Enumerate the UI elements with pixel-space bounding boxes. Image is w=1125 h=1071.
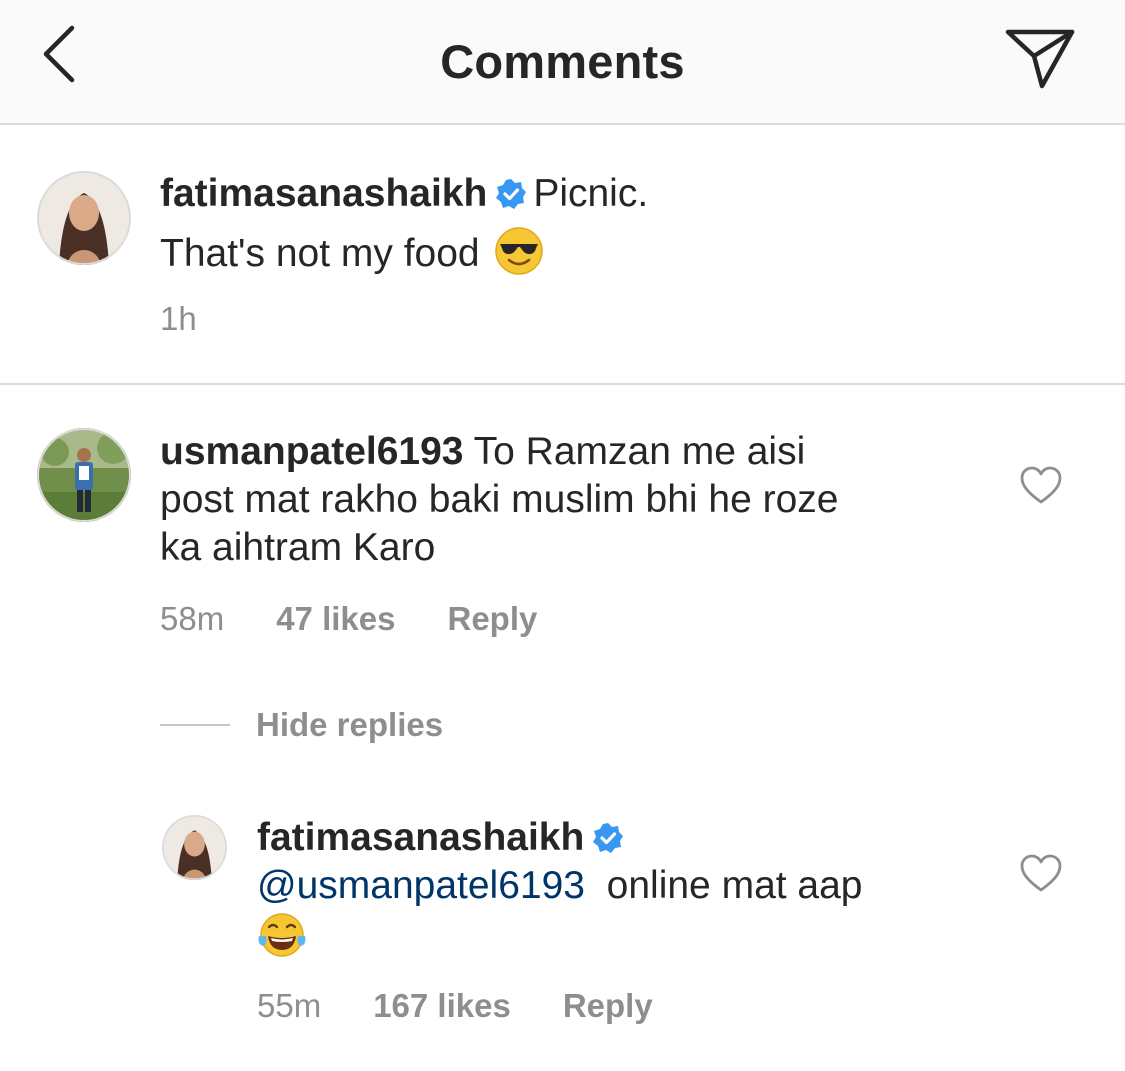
like-comment-heart-icon[interactable] (1019, 465, 1063, 505)
profile-photo (37, 171, 131, 265)
comment-reply-button[interactable]: Reply (447, 600, 537, 638)
caption-timestamp: 1h (160, 300, 197, 337)
caption-line-1: Picnic. (533, 172, 649, 215)
like-reply-heart-icon[interactable] (1019, 853, 1063, 893)
reply-likes-link[interactable]: 167 likes (373, 987, 511, 1025)
share-button[interactable] (1000, 22, 1080, 94)
comment-line-1: To Ramzan me aisi (473, 430, 806, 473)
comment-text: usmanpatel6193 To Ramzan me aisi post ma… (160, 428, 960, 572)
avatar-fatimasanashaikh-reply[interactable] (162, 815, 227, 880)
reply-body: online mat aap (606, 864, 863, 907)
verified-badge-icon (593, 823, 624, 853)
avatar-fatimasanashaikh[interactable] (37, 171, 131, 265)
reply-username[interactable]: fatimasanashaikh (257, 816, 584, 859)
comment-timestamp: 58m (160, 600, 225, 637)
reply-mention-link[interactable]: @usmanpatel6193 (257, 864, 585, 907)
comment-line-3: ka aihtram Karo (160, 526, 436, 569)
reply-text: fatimasanashaikh @usmanpatel6193 online … (257, 814, 957, 960)
sunglasses-emoji-icon (494, 227, 543, 275)
tears-of-joy-emoji-icon (258, 913, 306, 957)
caption-line-2: That's not my food (160, 232, 480, 275)
reply-reply-button[interactable]: Reply (563, 987, 653, 1025)
caption-meta: 1h (160, 300, 197, 338)
profile-photo (162, 815, 227, 880)
reply-timestamp: 55m (257, 987, 322, 1024)
page-title: Comments (440, 35, 685, 88)
avatar-usmanpatel6193[interactable] (37, 428, 131, 522)
header-bar: Comments (0, 0, 1125, 125)
caption-divider (0, 383, 1125, 385)
comment-meta: 58m 47 likes Reply (160, 600, 537, 638)
caption-text: fatimasanashaikh Picnic. That's not my fo… (160, 170, 1020, 278)
comment-likes-link[interactable]: 47 likes (276, 600, 395, 638)
hide-replies-toggle[interactable]: Hide replies (160, 706, 443, 744)
comment-username[interactable]: usmanpatel6193 (160, 430, 464, 473)
comment-line-2: post mat rakho baki muslim bhi he roze (160, 478, 839, 521)
profile-photo (37, 428, 131, 522)
reply-meta: 55m 167 likes Reply (257, 987, 653, 1025)
hide-replies-label: Hide replies (256, 706, 444, 743)
verified-badge-icon (496, 179, 527, 209)
caption-username[interactable]: fatimasanashaikh (160, 172, 487, 215)
direct-send-icon (1005, 29, 1075, 89)
hide-replies-line (160, 724, 230, 726)
